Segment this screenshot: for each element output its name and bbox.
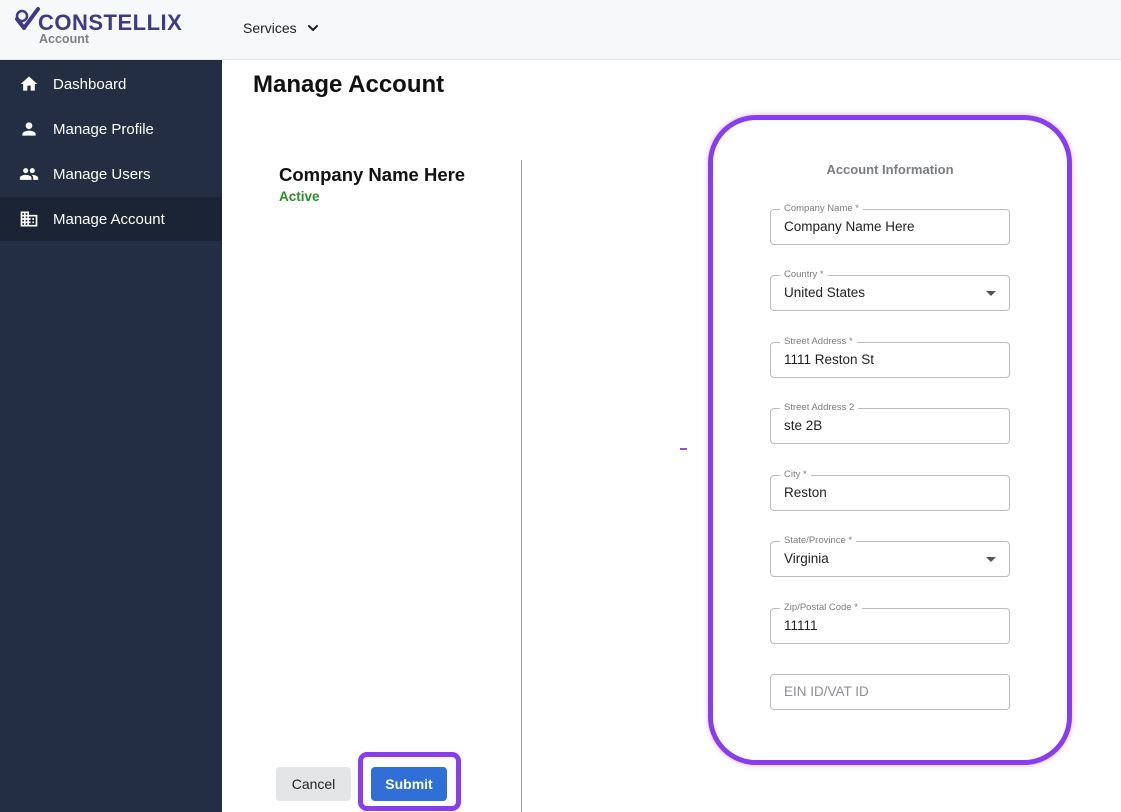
logo-subtitle: Account: [39, 32, 89, 46]
field-label: State/Province *: [780, 534, 857, 548]
field-label: City *: [780, 468, 811, 482]
annotation-mark: [680, 448, 687, 450]
country-select[interactable]: Country * United States: [770, 268, 1010, 311]
vertical-divider: [521, 160, 522, 812]
field-label: Company Name *: [780, 202, 863, 216]
field-value: ste 2B: [784, 418, 823, 433]
person-icon: [19, 119, 39, 139]
field-label: Zip/Postal Code *: [780, 601, 862, 615]
field-value: Reston: [784, 485, 827, 500]
constellix-logo[interactable]: CONSTELLIX Account: [14, 5, 204, 55]
cancel-button[interactable]: Cancel: [276, 767, 351, 801]
services-menu[interactable]: Services: [243, 18, 319, 38]
sidebar-item-dashboard[interactable]: Dashboard: [0, 62, 222, 106]
city-field[interactable]: City * Reston: [770, 468, 1010, 511]
home-icon: [19, 74, 39, 94]
field-value: Company Name Here: [784, 219, 915, 234]
field-placeholder: EIN ID/VAT ID: [784, 684, 869, 699]
sidebar-item-manage-users[interactable]: Manage Users: [0, 152, 222, 196]
field-value: Virginia: [784, 551, 829, 566]
top-bar: CONSTELLIX Account Services: [0, 0, 1121, 60]
field-label: Street Address *: [780, 335, 857, 349]
checkmark-logo-icon: [15, 7, 40, 30]
company-name: Company Name Here: [279, 164, 466, 185]
chevron-down-icon: [307, 25, 318, 31]
company-name-field[interactable]: Company Name * Company Name Here: [770, 202, 1010, 245]
field-value: 11111: [784, 618, 818, 633]
dropdown-arrow-icon: [986, 291, 996, 296]
status-badge: Active: [279, 189, 320, 204]
street-address-2-field[interactable]: Street Address 2 ste 2B: [770, 401, 1010, 444]
field-label: Street Address 2: [780, 401, 859, 415]
sidebar-item-manage-account[interactable]: Manage Account: [0, 197, 222, 241]
sidebar-item-label: Manage Account: [53, 210, 165, 228]
sidebar: Dashboard Manage Profile Manage Users Ma…: [0, 60, 222, 812]
sidebar-item-manage-profile[interactable]: Manage Profile: [0, 107, 222, 151]
street-address-field[interactable]: Street Address * 1111 Reston St: [770, 335, 1010, 378]
page-title: Manage Account: [253, 71, 445, 98]
submit-button[interactable]: Submit: [371, 767, 447, 801]
field-value: United States: [784, 285, 866, 300]
account-information-card: Account Information Company Name * Compa…: [708, 115, 1072, 765]
state-province-select[interactable]: State/Province * Virginia: [770, 534, 1010, 577]
sidebar-item-label: Manage Profile: [53, 120, 154, 138]
zip-postal-code-field[interactable]: Zip/Postal Code * 11111: [770, 601, 1010, 644]
building-icon: [19, 209, 39, 229]
services-label: Services: [243, 20, 297, 36]
people-icon: [19, 164, 39, 184]
account-information-title: Account Information: [826, 162, 954, 177]
dropdown-arrow-icon: [986, 557, 996, 562]
sidebar-item-label: Manage Users: [53, 165, 151, 183]
sidebar-item-label: Dashboard: [53, 75, 127, 93]
field-value: 1111 Reston St: [784, 352, 875, 367]
field-label: Country *: [780, 268, 828, 282]
ein-vat-id-field[interactable]: EIN ID/VAT ID: [770, 674, 1010, 710]
